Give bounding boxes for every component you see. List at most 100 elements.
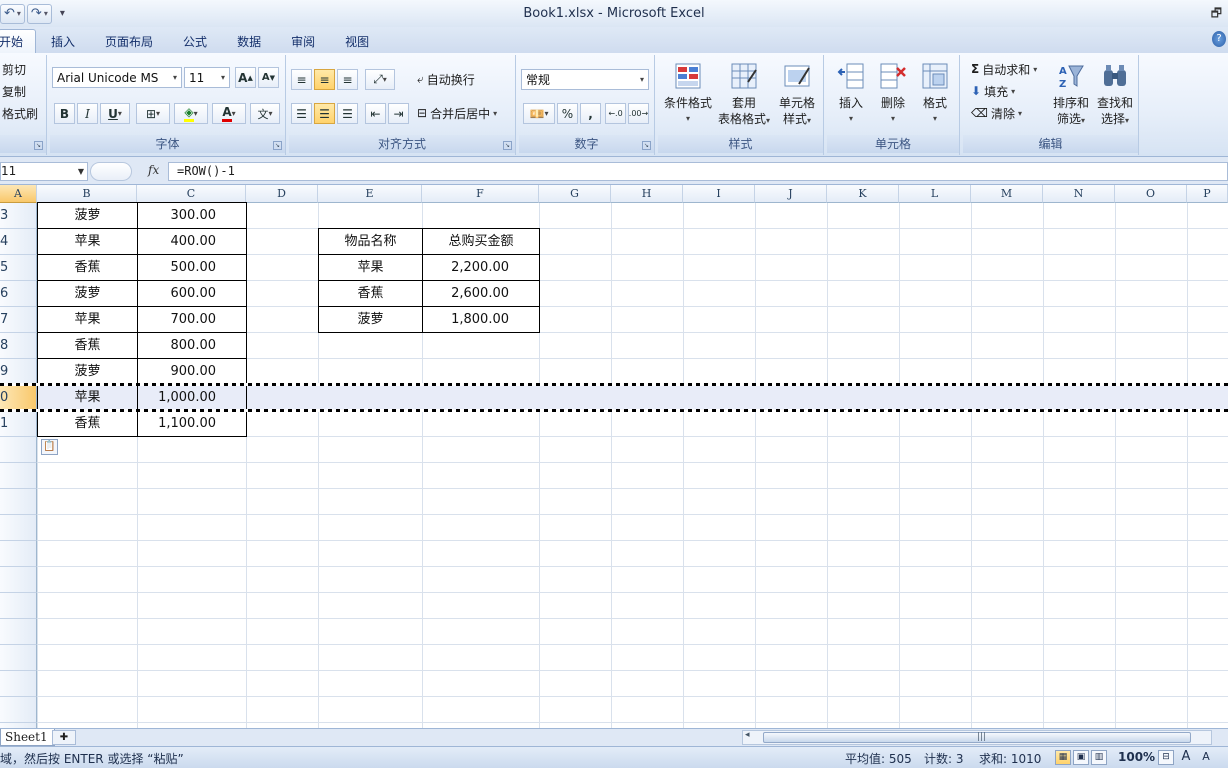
row-header[interactable]: 8 [0,333,37,359]
cell-c[interactable]: 800.00 [137,332,247,359]
row-header[interactable]: 4 [0,229,37,255]
cell-c[interactable]: 300.00 [137,202,247,229]
find-select-button[interactable]: 查找和 选择▾ [1093,61,1137,129]
column-header-l[interactable]: L [899,185,971,203]
cell-b[interactable]: 香蕉 [37,332,138,359]
zoom-out-icon[interactable]: ⊟ [1158,750,1174,765]
align-center-button[interactable]: ☰ [314,103,335,124]
column-header-f[interactable]: F [422,185,539,203]
cell-c[interactable]: 600.00 [137,280,247,307]
bold-button[interactable]: B [54,103,75,124]
column-header-n[interactable]: N [1043,185,1115,203]
align-middle-button[interactable]: ≡ [314,69,335,90]
cell-c[interactable]: 700.00 [137,306,247,333]
row-header[interactable]: 0 [0,385,37,411]
cell-styles-button[interactable]: 单元格 样式▾ [774,61,820,129]
insert-cells-button[interactable]: 插入 ▾ [831,61,871,127]
cell-b[interactable]: 苹果 [37,384,138,411]
column-header-o[interactable]: O [1115,185,1187,203]
normal-view-button[interactable]: ▦ [1055,750,1071,765]
tab-view[interactable]: 视图 [330,29,384,53]
summary-item-cell[interactable]: 香蕉 [318,280,423,307]
tab-page-layout[interactable]: 页面布局 [90,29,168,53]
cell-b[interactable]: 香蕉 [37,410,138,437]
autosum-button[interactable]: Σ 自动求和 ▾ [971,59,1037,79]
decrease-indent-button[interactable]: ⇤ [365,103,386,124]
tab-insert[interactable]: 插入 [36,29,90,53]
cell-b[interactable]: 菠萝 [37,358,138,385]
formula-cancel-enter-area[interactable] [90,162,132,181]
name-box[interactable]: 11 ▼ [0,162,88,181]
row-header[interactable] [0,567,37,593]
row-header[interactable]: 6 [0,281,37,307]
format-painter-button[interactable]: 格式刷 [2,103,38,123]
row-header[interactable]: 3 [0,203,37,229]
row-header[interactable]: 9 [0,359,37,385]
decrease-decimal-button[interactable]: .00→ [628,103,649,124]
row-header[interactable] [0,515,37,541]
align-top-button[interactable]: ≡ [291,69,312,90]
alignment-launcher-icon[interactable]: ↘ [503,141,512,150]
row-header[interactable]: 5 [0,255,37,281]
restore-icon[interactable]: 🗗 [1211,4,1222,25]
fill-color-button[interactable]: ◈ ▾ [174,103,208,124]
row-header[interactable] [0,619,37,645]
orientation-button[interactable]: ⤢ ▾ [365,69,395,90]
format-cells-button[interactable]: 格式 ▾ [915,61,955,127]
cut-button[interactable]: 剪切 [2,59,26,79]
row-header[interactable] [0,593,37,619]
summary-item-cell[interactable]: 菠萝 [318,306,423,333]
cell-b[interactable]: 菠萝 [37,202,138,229]
cell-c[interactable]: 900.00 [137,358,247,385]
grow-font-button[interactable]: A ▲ [235,67,256,88]
merge-center-button[interactable]: ⊟ 合并后居中 ▾ [417,103,497,123]
column-header-k[interactable]: K [827,185,899,203]
column-header-p[interactable]: P [1187,185,1228,203]
summary-total-cell[interactable]: 2,600.00 [422,280,540,307]
increase-indent-button[interactable]: ⇥ [388,103,409,124]
align-left-button[interactable]: ☰ [291,103,312,124]
sheet-tab-sheet1[interactable]: Sheet1 [0,729,55,746]
summary-total-cell[interactable]: 2,200.00 [422,254,540,281]
row-header[interactable] [0,437,37,463]
clipboard-launcher-icon[interactable]: ↘ [34,141,43,150]
row-header[interactable] [0,463,37,489]
column-header-m[interactable]: M [971,185,1043,203]
summary-item-cell[interactable]: 苹果 [318,254,423,281]
percent-button[interactable]: % [557,103,578,124]
help-icon[interactable]: ? [1212,31,1226,47]
borders-button[interactable]: ⊞ ▾ [136,103,170,124]
row-header[interactable] [0,541,37,567]
italic-button[interactable]: I [77,103,98,124]
font-name-dropdown[interactable]: Arial Unicode MS ▾ [52,67,182,88]
clear-button[interactable]: ⌫ 清除 ▾ [971,103,1022,123]
underline-button[interactable]: U ▾ [100,103,130,124]
row-header[interactable] [0,697,37,723]
cell-c[interactable]: 1,100.00 [137,410,247,437]
scroll-left-icon[interactable]: ◂ [745,730,750,740]
horizontal-scrollbar[interactable]: ◂ ||| [742,730,1212,745]
zoom-font-icon[interactable]: A [1178,750,1194,765]
font-size-dropdown[interactable]: 11 ▾ [184,67,230,88]
shrink-font-button[interactable]: A ▼ [258,67,279,88]
zoom-font-small-icon[interactable]: A [1198,750,1214,765]
cell-b[interactable]: 苹果 [37,306,138,333]
cell-b[interactable]: 香蕉 [37,254,138,281]
row-header[interactable]: 7 [0,307,37,333]
number-launcher-icon[interactable]: ↘ [642,141,651,150]
spreadsheet-grid[interactable]: ABCDEFGHIJKLMNOP 345678901 菠萝 300.00 苹果 400… [0,185,1228,728]
copy-button[interactable]: 复制 [2,81,26,101]
column-header-b[interactable]: B [37,185,137,203]
insert-sheet-icon[interactable]: ✚ [52,730,76,745]
row-header[interactable] [0,489,37,515]
insert-function-button[interactable]: fx [148,163,159,177]
zoom-level[interactable]: 100% [1118,750,1155,764]
column-header-g[interactable]: G [539,185,611,203]
cell-c[interactable]: 400.00 [137,228,247,255]
cell-c[interactable]: 500.00 [137,254,247,281]
paste-options-icon[interactable]: 📋 [41,439,58,455]
tab-review[interactable]: 审阅 [276,29,330,53]
row-header[interactable] [0,645,37,671]
font-launcher-icon[interactable]: ↘ [273,141,282,150]
cell-b[interactable]: 菠萝 [37,280,138,307]
